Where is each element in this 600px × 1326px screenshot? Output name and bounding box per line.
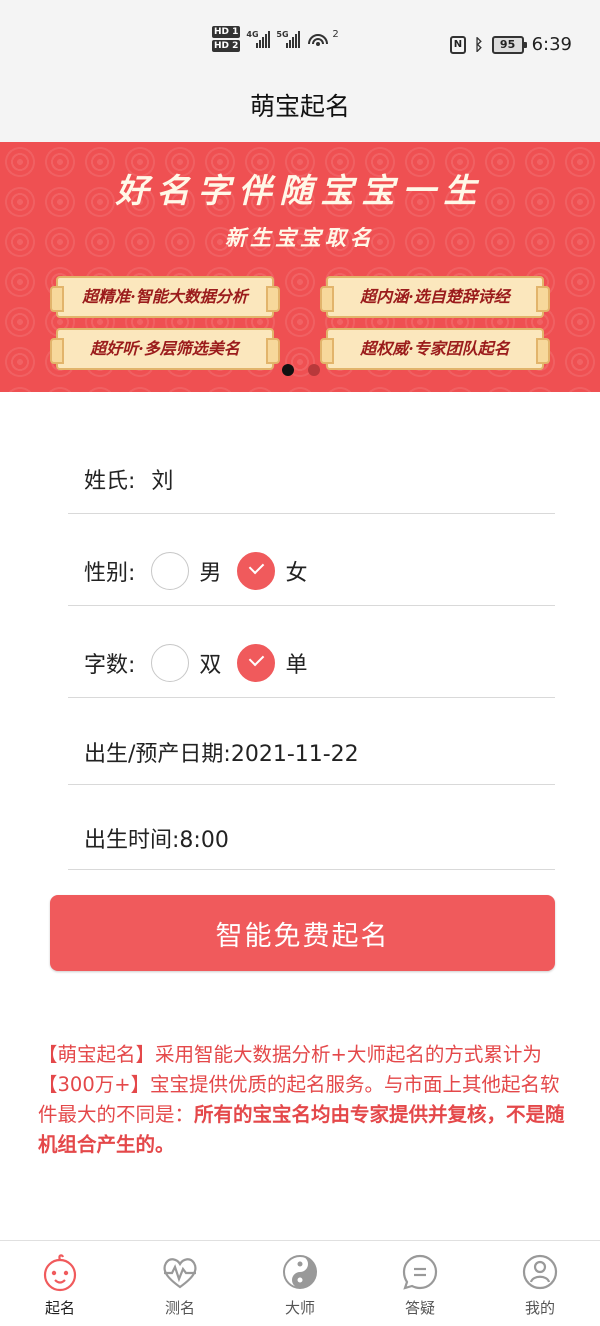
banner-tag-sound: 超好听·多层筛选美名 [50, 328, 280, 370]
tab-profile[interactable]: 我的 [480, 1241, 600, 1326]
bottom-tab-bar: 起名 测名 大师 答疑 我的 [0, 1240, 600, 1326]
network-1-label: 4G [246, 30, 259, 39]
nfc-icon: N [449, 35, 466, 54]
birth-date-field[interactable]: 出生/预产日期:2021-11-22 [84, 736, 359, 768]
tab-master-label: 大师 [284, 1299, 315, 1317]
tab-name-test-label: 测名 [164, 1299, 195, 1317]
char-count-double-label[interactable]: 双 [199, 647, 221, 679]
char-count-radio-group: 双 单 [151, 643, 323, 682]
tab-naming[interactable]: 起名 [0, 1241, 120, 1326]
banner-title: 好名字伴随宝宝一生 [115, 171, 485, 210]
carousel-indicator [282, 364, 320, 376]
status-right: N ᛒ 95 6:39 [449, 34, 572, 55]
tab-qa-label: 答疑 [404, 1299, 435, 1317]
char-count-row: 字数: 双 单 [68, 628, 555, 698]
surname-label: 姓氏: [84, 468, 136, 494]
app-header: 萌宝起名 [0, 80, 600, 142]
yin-yang-icon [283, 1255, 317, 1289]
birth-time-row[interactable]: 出生时间:8:00 [68, 806, 555, 870]
carousel-dot-2[interactable] [308, 364, 320, 376]
surname-row[interactable]: 姓氏: 刘 [68, 444, 555, 514]
tab-profile-label: 我的 [524, 1299, 555, 1317]
gender-label: 性别: [84, 560, 136, 586]
char-count-single-radio[interactable] [237, 643, 276, 682]
gender-female-label[interactable]: 女 [285, 555, 307, 587]
banner-subtitle: 新生宝宝取名 [225, 225, 375, 250]
page-title: 萌宝起名 [249, 92, 350, 121]
tab-qa[interactable]: 答疑 [360, 1241, 480, 1326]
gender-radio-group: 男 女 [151, 551, 323, 590]
birth-time-field[interactable]: 出生时间:8:00 [84, 822, 229, 854]
hotspot-icon [308, 34, 329, 46]
char-count-single-label[interactable]: 单 [285, 647, 307, 679]
tab-name-test[interactable]: 测名 [120, 1241, 240, 1326]
char-count-label: 字数: [84, 652, 136, 678]
birth-date-row[interactable]: 出生/预产日期:2021-11-22 [68, 720, 555, 785]
heart-pulse-icon [163, 1258, 197, 1289]
network-2-label: 5G [276, 30, 289, 39]
chat-bubble-icon [402, 1254, 438, 1290]
status-left: HD 1 HD 2 4G 5G 2 [212, 26, 339, 52]
status-bar: HD 1 HD 2 4G 5G 2 N ᛒ 95 6:39 [0, 0, 600, 80]
banner-tag-authority: 超权威·专家团队起名 [320, 328, 550, 370]
clock: 6:39 [531, 34, 572, 55]
banner-tag-accuracy: 超精准·智能大数据分析 [50, 276, 280, 318]
promo-banner[interactable]: 好名字伴随宝宝一生 新生宝宝取名 超精准·智能大数据分析 超内涵·选自楚辞诗经 … [0, 142, 600, 392]
battery-icon: 95 [491, 35, 527, 54]
gender-female-radio[interactable] [237, 551, 276, 590]
sim1-badge: HD 1 [212, 26, 241, 38]
user-icon [522, 1254, 558, 1290]
hotspot-count: 2 [332, 28, 339, 40]
char-count-double-radio[interactable] [151, 643, 190, 682]
free-naming-button[interactable]: 智能免费起名 [50, 895, 555, 971]
banner-tag-meaning: 超内涵·选自楚辞诗经 [320, 276, 550, 318]
baby-face-icon [43, 1254, 77, 1292]
signal-1-icon: 4G [246, 30, 271, 48]
sim2-badge: HD 2 [212, 40, 241, 52]
carousel-dot-1[interactable] [282, 364, 294, 376]
sim-indicators: HD 1 HD 2 [212, 26, 241, 52]
tab-naming-label: 起名 [44, 1299, 75, 1317]
service-description: 【萌宝起名】采用智能大数据分析+大师起名的方式累计为【300万+】宝宝提供优质的… [38, 1040, 568, 1160]
bluetooth-icon: ᛒ [473, 35, 484, 54]
tab-master[interactable]: 大师 [240, 1241, 360, 1326]
gender-male-radio[interactable] [151, 551, 190, 590]
gender-row: 性别: 男 女 [68, 536, 555, 606]
surname-input[interactable]: 刘 [151, 463, 173, 495]
signal-2-icon: 5G [276, 30, 301, 48]
gender-male-label[interactable]: 男 [199, 555, 221, 587]
